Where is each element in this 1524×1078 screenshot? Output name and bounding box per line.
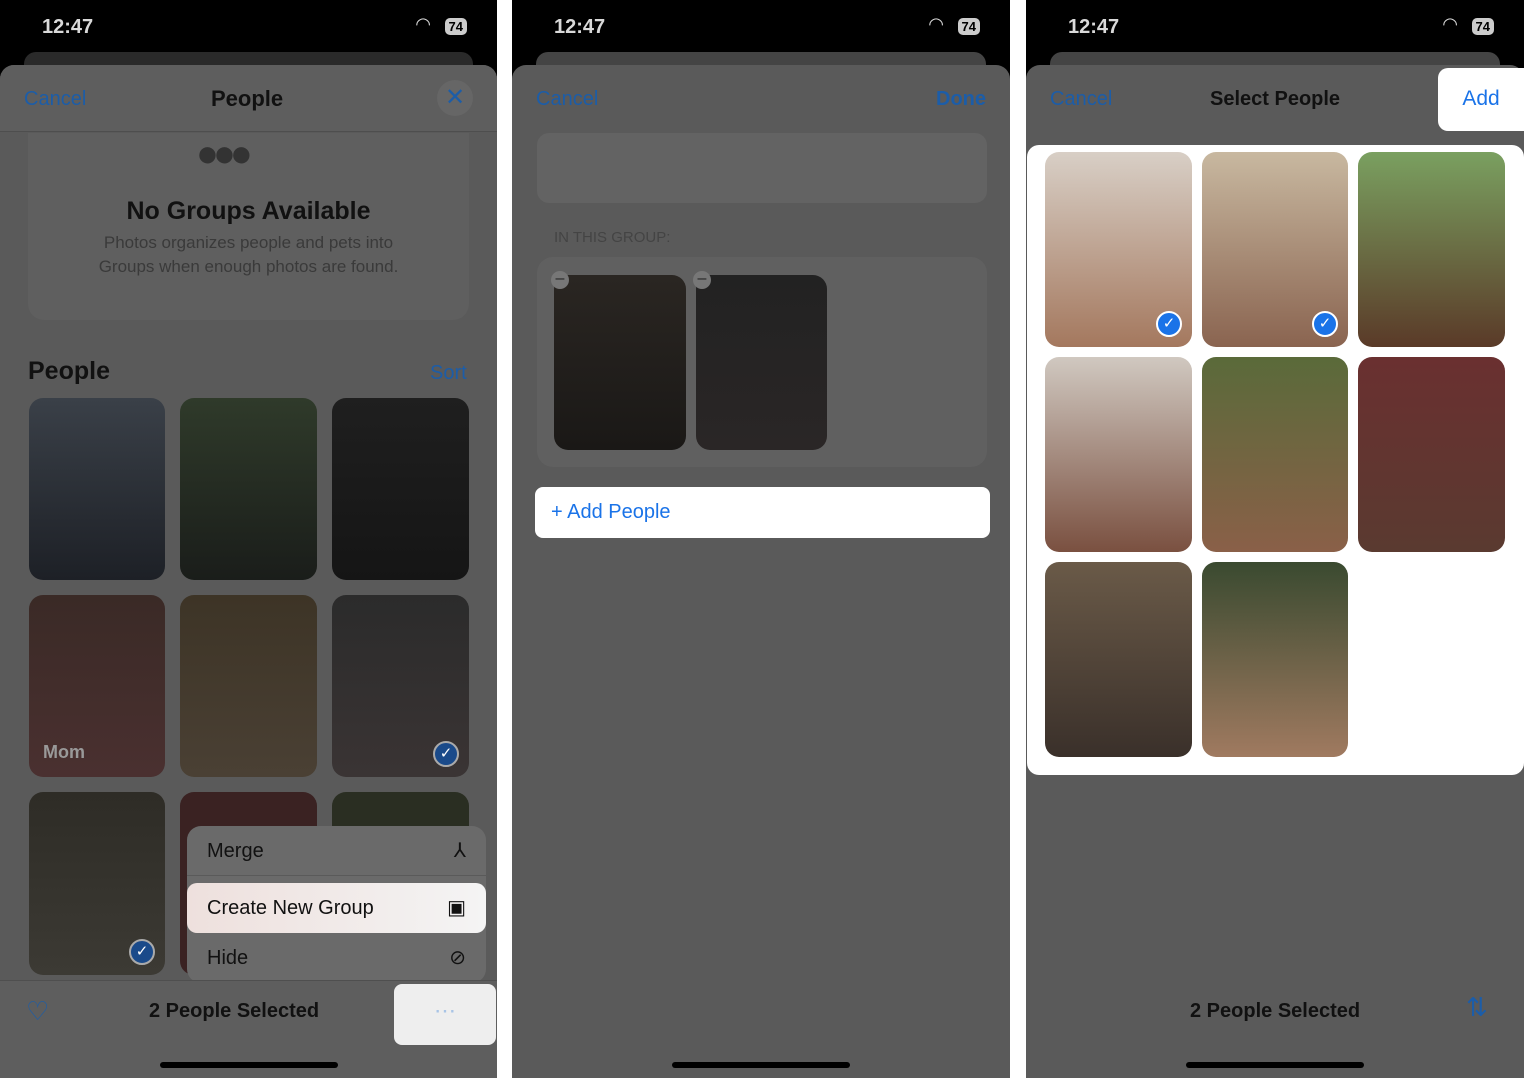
status-bar: 12:47 ◠ 74 xyxy=(1026,0,1524,55)
close-icon[interactable]: ✕ xyxy=(437,80,473,116)
remove-icon[interactable]: – xyxy=(551,271,569,289)
time: 12:47 xyxy=(42,16,94,38)
eye-slash-icon: ⊘ xyxy=(449,947,466,969)
people-group-icon: ●●● xyxy=(196,133,253,175)
ellipsis-circle-icon: ⋯ xyxy=(434,998,456,1023)
checkmark-icon: ✓ xyxy=(129,939,155,965)
empty-text: Photos organizes people and pets into xyxy=(103,233,394,252)
menu-label: Hide xyxy=(207,947,249,969)
time: 12:47 xyxy=(554,16,606,38)
add-button[interactable]: Add xyxy=(1438,68,1524,131)
selection-count: 2 People Selected xyxy=(1190,1000,1361,1022)
wifi-icon: ◠ xyxy=(928,14,944,34)
person-tile[interactable] xyxy=(180,398,317,580)
heart-icon[interactable]: ♡ xyxy=(26,996,49,1027)
groups-empty-card: ●●● No Groups Available Photos organizes… xyxy=(28,133,469,320)
group-members-card: – – xyxy=(537,257,987,467)
people-grid: ✓ ✓ xyxy=(1027,145,1524,775)
cancel-button[interactable]: Cancel xyxy=(536,88,598,111)
home-indicator xyxy=(159,1062,338,1068)
group-icon: ▣ xyxy=(447,897,466,919)
member-tile xyxy=(554,275,686,450)
section-title: People xyxy=(28,357,110,385)
empty-title: No Groups Available xyxy=(126,197,371,225)
page-title: People xyxy=(211,86,284,111)
checkmark-icon: ✓ xyxy=(1312,311,1338,337)
battery-icon: 74 xyxy=(1471,18,1494,35)
menu-item-hide[interactable]: Hide ⊘ xyxy=(187,933,486,983)
menu-label: Merge xyxy=(207,840,264,862)
person-tile[interactable] xyxy=(180,595,317,777)
menu-item-create-new-group[interactable]: Create New Group ▣ xyxy=(187,883,486,933)
person-name: Mom xyxy=(43,742,85,762)
member-tile xyxy=(696,275,827,450)
person-tile[interactable] xyxy=(1202,562,1348,757)
panel-new-group: 12:47 ◠ 74 Cancel Done IN THIS GROUP: – – … xyxy=(512,0,1010,1078)
person-tile[interactable] xyxy=(29,398,165,580)
person-tile[interactable] xyxy=(1358,152,1505,347)
section-label: IN THIS GROUP: xyxy=(554,229,671,246)
person-tile[interactable] xyxy=(1045,562,1192,757)
sort-arrows-icon[interactable]: ⇅ xyxy=(1466,992,1488,1023)
panel-people: 12:47 ◠ 74 Cancel People ✕ ●●● No Groups A… xyxy=(0,0,497,1078)
home-indicator xyxy=(672,1062,850,1068)
remove-icon[interactable]: – xyxy=(693,271,711,289)
person-tile[interactable]: ✓ xyxy=(332,595,469,777)
cancel-button[interactable]: Cancel xyxy=(24,88,86,111)
wifi-icon: ◠ xyxy=(1442,14,1458,34)
group-sheet xyxy=(512,65,1010,1078)
selection-count: 2 People Selected xyxy=(149,1000,320,1022)
panel-select-people: 12:47 ◠ 74 Cancel Select People Add ✓ ✓ 2 … xyxy=(1026,0,1524,1078)
time: 12:47 xyxy=(1068,16,1120,38)
status-bar: 12:47 ◠ 74 xyxy=(512,0,1010,55)
person-tile[interactable] xyxy=(1202,357,1348,552)
menu-item-merge[interactable]: Merge ⅄ xyxy=(187,826,486,876)
person-tile[interactable]: ✓ xyxy=(1202,152,1348,347)
person-tile[interactable] xyxy=(1045,357,1192,552)
battery-icon: 74 xyxy=(444,18,467,35)
checkmark-icon: ✓ xyxy=(433,741,459,767)
context-menu: Merge ⅄ Create New Group ▣ Hide ⊘ xyxy=(187,826,486,983)
done-button[interactable]: Done xyxy=(936,88,986,111)
battery-icon: 74 xyxy=(957,18,980,35)
empty-text: Groups when enough photos are found. xyxy=(98,257,399,276)
merge-icon: ⅄ xyxy=(453,840,466,862)
group-name-input[interactable] xyxy=(537,133,987,203)
person-tile[interactable]: ✓ xyxy=(1045,152,1192,347)
person-tile[interactable] xyxy=(1358,357,1505,552)
add-people-button[interactable]: + Add People xyxy=(535,487,990,538)
cancel-button[interactable]: Cancel xyxy=(1050,88,1112,111)
sort-button[interactable]: Sort xyxy=(430,362,467,385)
status-bar: 12:47 ◠ 74 xyxy=(0,0,497,55)
person-tile[interactable]: ✓ xyxy=(29,792,165,975)
page-title: Select People xyxy=(1210,88,1341,110)
wifi-icon: ◠ xyxy=(415,14,431,34)
checkmark-icon: ✓ xyxy=(1156,311,1182,337)
menu-label: Create New Group xyxy=(207,897,374,919)
more-button[interactable]: ⋯ xyxy=(394,984,496,1045)
person-tile-mom[interactable]: Mom xyxy=(29,595,165,777)
home-indicator xyxy=(1186,1062,1364,1068)
person-tile[interactable] xyxy=(332,398,469,580)
